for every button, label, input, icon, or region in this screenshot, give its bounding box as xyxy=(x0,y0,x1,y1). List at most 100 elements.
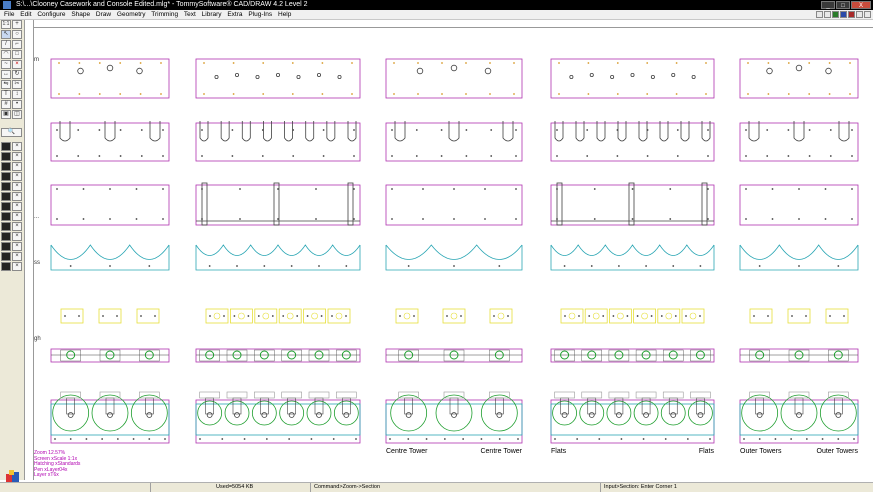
mirror-tool-icon[interactable]: ⇋ xyxy=(1,80,11,89)
col2-slot-dot xyxy=(322,155,325,157)
crosshair-tool-icon[interactable]: + xyxy=(12,20,22,29)
snap-tool-icon[interactable]: • xyxy=(12,100,22,109)
col1-panel-dot xyxy=(56,188,58,190)
col1-base-dot xyxy=(54,438,56,440)
col1-base-dot xyxy=(69,438,72,440)
layer-8-toggle[interactable]: × xyxy=(12,212,22,221)
layer-11-toggle[interactable]: × xyxy=(12,242,22,251)
layer-icon[interactable] xyxy=(832,11,839,18)
col3-yellow-dot xyxy=(413,315,415,317)
layer-4-icon[interactable] xyxy=(1,172,11,181)
col4-yellow-ring xyxy=(568,312,576,320)
col4-base-dot xyxy=(686,438,689,440)
layer-7-toggle[interactable]: × xyxy=(12,202,22,211)
layer-10-toggle[interactable]: × xyxy=(12,232,22,241)
nav-forward-icon[interactable] xyxy=(824,11,831,18)
layer-1-icon[interactable] xyxy=(1,142,11,151)
menu-shape[interactable]: Shape xyxy=(69,10,92,19)
circle-tool-icon[interactable]: ○ xyxy=(12,30,22,39)
layer-6-icon[interactable] xyxy=(1,192,11,201)
layer-10-icon[interactable] xyxy=(1,232,11,241)
menu-help[interactable]: Help xyxy=(276,10,293,19)
layer-12-icon[interactable] xyxy=(1,252,11,261)
arc-tool-icon[interactable]: ◠ xyxy=(1,50,11,59)
col3-panel-slots xyxy=(385,122,523,162)
curve-tool-icon[interactable]: ~ xyxy=(1,60,11,69)
col2-scallop-dot xyxy=(236,265,238,267)
layer-3-toggle[interactable]: × xyxy=(12,162,22,171)
layer-3-icon[interactable] xyxy=(1,162,11,171)
col2-panel-dot xyxy=(353,218,355,220)
ungroup-tool-icon[interactable]: ◫ xyxy=(12,110,22,119)
move-tool-icon[interactable]: ↔ xyxy=(1,70,11,79)
col4-slot xyxy=(575,121,585,142)
col3-yellow-ring xyxy=(403,312,411,320)
pen-icon[interactable] xyxy=(848,11,855,18)
menu-plugins[interactable]: Plug-Ins xyxy=(246,10,274,19)
menu-geometry[interactable]: Geometry xyxy=(115,10,148,19)
menu-extra[interactable]: Extra xyxy=(225,10,244,19)
col5-yellow-dot xyxy=(829,315,831,317)
col1-base-dot xyxy=(164,438,166,440)
col5-orange-dot xyxy=(767,93,770,95)
col1-slot-dot xyxy=(77,129,80,131)
layer-13-toggle[interactable]: × xyxy=(12,262,22,271)
line-tool-icon[interactable]: / xyxy=(1,40,11,49)
layer-6-toggle[interactable]: × xyxy=(12,192,22,201)
color-icon[interactable] xyxy=(840,11,847,18)
layer-9-toggle[interactable]: × xyxy=(12,222,22,231)
delete-tool-icon[interactable]: × xyxy=(12,60,22,69)
zoom-tool-icon[interactable]: 🔍 xyxy=(1,128,22,137)
layer-8-icon[interactable] xyxy=(1,212,11,221)
close-button[interactable]: X xyxy=(851,1,871,9)
menu-edit[interactable]: Edit xyxy=(18,10,33,19)
col4-orange-dot xyxy=(675,93,678,95)
col1-hole xyxy=(106,64,114,72)
col3-orange-dot xyxy=(465,62,467,64)
col4-base-dot xyxy=(598,438,601,440)
row-label-m: m xyxy=(34,57,39,63)
layer-5-toggle[interactable]: × xyxy=(12,182,22,191)
maximize-button[interactable]: □ xyxy=(836,1,850,9)
layer-2-toggle[interactable]: × xyxy=(12,152,22,161)
polyline-tool-icon[interactable]: ⌐ xyxy=(12,40,22,49)
col4-yellow-dot xyxy=(612,315,615,317)
text-tool-icon[interactable]: T xyxy=(1,90,11,99)
trim-tool-icon[interactable]: ✂ xyxy=(12,80,22,89)
col5-scallop-dot xyxy=(798,265,800,267)
menu-trimming[interactable]: Trimming xyxy=(149,10,180,19)
layer-13-icon[interactable] xyxy=(1,262,11,271)
menu-configure[interactable]: Configure xyxy=(35,10,67,19)
minimize-button[interactable]: _ xyxy=(821,1,835,9)
menu-library[interactable]: Library xyxy=(200,10,224,19)
rectangle-tool-icon[interactable]: □ xyxy=(12,50,22,59)
select-tool-icon[interactable]: ↖ xyxy=(1,30,11,39)
col5-slot-dot xyxy=(787,155,790,157)
layer-9-icon[interactable] xyxy=(1,222,11,231)
help-icon[interactable] xyxy=(856,11,863,18)
menu-draw[interactable]: Draw xyxy=(94,10,113,19)
settings-icon[interactable] xyxy=(864,11,871,18)
layer-11-icon[interactable] xyxy=(1,242,11,251)
col1-panel-dot xyxy=(135,218,138,220)
col5-scallop-dot xyxy=(758,265,761,267)
layer-5-icon[interactable] xyxy=(1,182,11,191)
hatch-tool-icon[interactable]: # xyxy=(1,100,11,109)
col4-scallop-curve xyxy=(550,244,715,256)
menu-file[interactable]: File xyxy=(2,10,16,19)
col4-orange-dot xyxy=(646,93,649,95)
group-tool-icon[interactable]: ▣ xyxy=(1,110,11,119)
nav-back-icon[interactable] xyxy=(816,11,823,18)
rotate-tool-icon[interactable]: ↻ xyxy=(12,70,22,79)
layer-1-toggle[interactable]: × xyxy=(12,142,22,151)
menu-text[interactable]: Text xyxy=(182,10,198,19)
col1-slot-dot xyxy=(119,129,122,131)
layer-7-icon[interactable] xyxy=(1,202,11,211)
col2-base-tab xyxy=(336,391,357,399)
layer-2-icon[interactable] xyxy=(1,152,11,161)
layer-4-toggle[interactable]: × xyxy=(12,172,22,181)
layer-12-toggle[interactable]: × xyxy=(12,252,22,261)
drawing-canvas[interactable]: m ... ss gh Centre Tower Centre Tower Fl… xyxy=(34,28,871,480)
col3-orange-dot xyxy=(441,93,443,95)
dimension-tool-icon[interactable]: ↕ xyxy=(12,90,22,99)
